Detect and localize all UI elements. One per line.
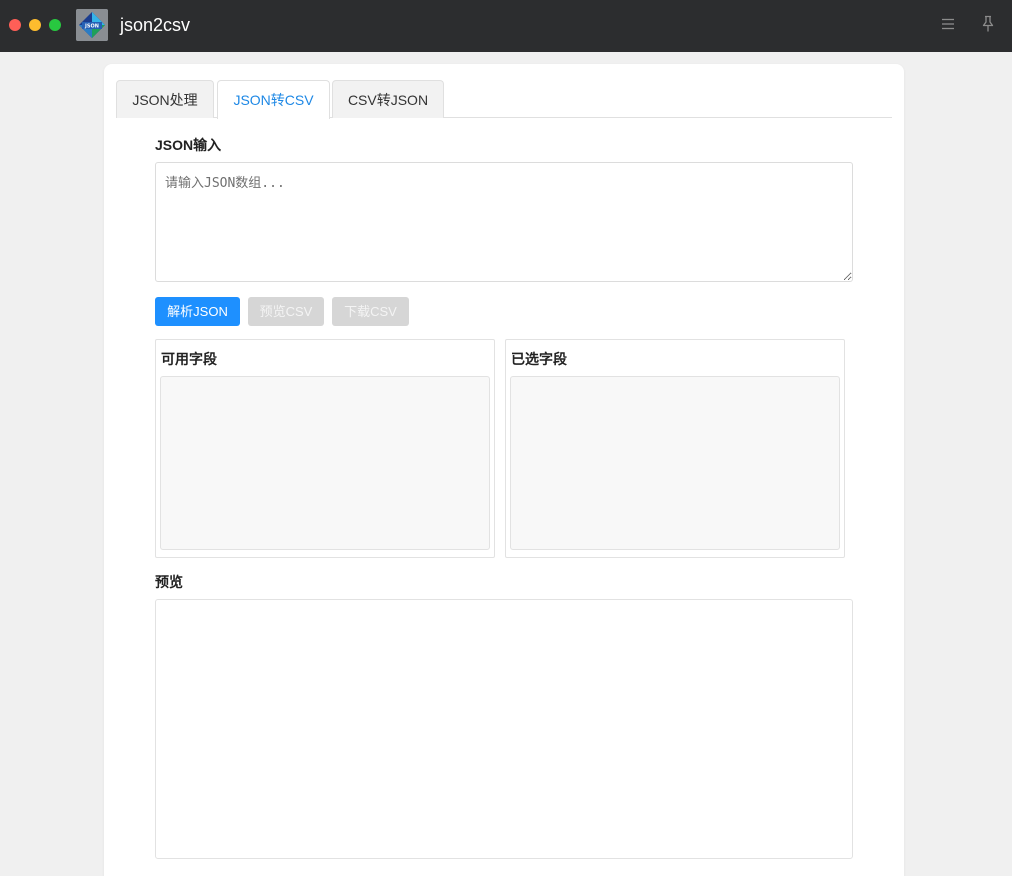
json-input-textarea[interactable] — [155, 162, 853, 282]
maximize-window-button[interactable] — [49, 19, 61, 31]
app-logo-icon: JSON — [76, 9, 108, 41]
preview-csv-button[interactable]: 预览CSV — [248, 297, 324, 326]
close-window-button[interactable] — [9, 19, 21, 31]
selected-fields-panel: 已选字段 — [505, 339, 845, 558]
tab-csv-to-json[interactable]: CSV转JSON — [332, 80, 444, 118]
app-title: json2csv — [120, 15, 191, 35]
hamburger-menu-icon[interactable] — [940, 16, 956, 32]
available-fields-list[interactable] — [160, 376, 490, 550]
minimize-window-button[interactable] — [29, 19, 41, 31]
parse-json-button[interactable]: 解析JSON — [155, 297, 240, 326]
download-csv-button[interactable]: 下载CSV — [332, 297, 409, 326]
available-fields-panel: 可用字段 — [155, 339, 495, 558]
title-bar: JSON json2csv — [0, 0, 1012, 52]
tab-json-process[interactable]: JSON处理 — [116, 80, 214, 118]
app-logo-text: JSON — [84, 24, 99, 30]
preview-label: 预览 — [155, 574, 183, 590]
available-fields-label: 可用字段 — [161, 351, 217, 367]
selected-fields-label: 已选字段 — [511, 351, 567, 367]
json-input-label: JSON输入 — [155, 137, 222, 153]
tab-json-to-csv[interactable]: JSON转CSV — [217, 80, 330, 119]
csv-preview-area — [155, 599, 853, 859]
pin-icon[interactable] — [980, 15, 996, 33]
selected-fields-list[interactable] — [510, 376, 840, 550]
